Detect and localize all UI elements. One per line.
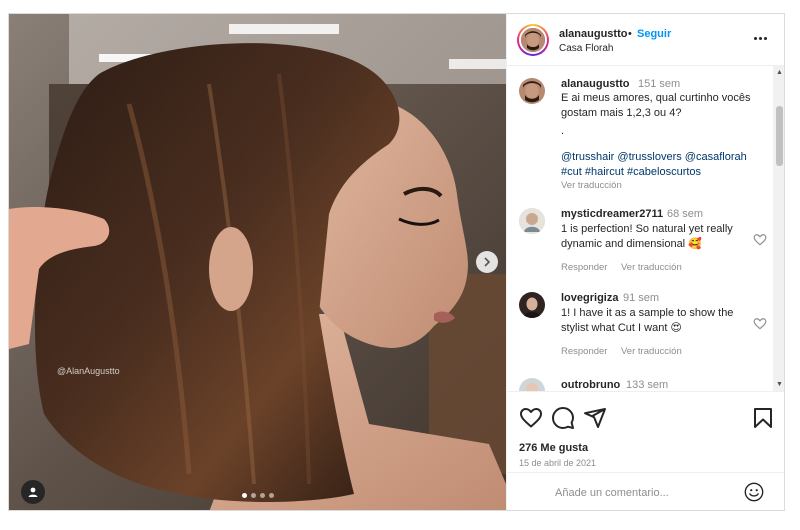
comment-avatar-image <box>519 208 545 234</box>
post-header: alanaugustto • Seguir Casa Florah <box>507 14 784 66</box>
author-avatar[interactable] <box>517 24 549 56</box>
user-tag-icon <box>28 487 38 497</box>
likes-count[interactable]: 276 Me gusta <box>519 442 588 454</box>
comment-translate-button[interactable]: Ver traducción <box>621 262 682 273</box>
more-options-icon[interactable] <box>751 32 769 44</box>
caption-translate[interactable]: Ver traducción <box>561 180 622 191</box>
comment-translate-button[interactable]: Ver traducción <box>621 346 682 357</box>
comment-like-icon[interactable] <box>753 317 767 331</box>
caption-dot: . <box>561 125 565 137</box>
caption-time[interactable]: 151 sem <box>638 78 680 90</box>
author-username[interactable]: alanaugustto <box>559 28 627 40</box>
send-icon[interactable] <box>583 406 607 430</box>
user-tag-button[interactable] <box>21 480 45 504</box>
caption-avatar[interactable] <box>519 78 545 104</box>
post-modal: @AlanAugustto alanaugustto • Seguir Casa… <box>8 13 785 511</box>
comment-text: 1 is perfection! So natural yet really d… <box>561 223 733 250</box>
comment-composer <box>507 472 784 510</box>
photo-watermark: @AlanAugustto <box>57 366 120 376</box>
carousel-indicator <box>242 493 274 498</box>
comment-avatar[interactable] <box>519 208 545 234</box>
carousel-dot <box>242 493 247 498</box>
follow-button[interactable]: Seguir <box>637 28 671 40</box>
post-side-panel: alanaugustto • Seguir Casa Florah alanau… <box>506 14 784 510</box>
next-image-button[interactable] <box>476 251 498 273</box>
bookmark-icon[interactable] <box>751 406 775 430</box>
carousel-dot <box>260 493 265 498</box>
header-separator: • <box>628 28 632 40</box>
comment-time[interactable]: 133 sem <box>626 379 668 391</box>
chevron-right-icon <box>484 257 491 267</box>
comment-text: 1! I have it as a sample to show the sty… <box>561 307 734 334</box>
add-comment-input[interactable] <box>555 483 735 503</box>
scrollbar-thumb[interactable] <box>776 106 783 166</box>
comments-list[interactable]: alanaugustto 151 sem E ai meus amores, q… <box>507 66 784 392</box>
comment-time[interactable]: 68 sem <box>667 208 703 220</box>
carousel-dot <box>251 493 256 498</box>
comment-icon[interactable] <box>551 406 575 430</box>
post-location[interactable]: Casa Florah <box>559 43 613 54</box>
comment-time[interactable]: 91 sem <box>623 292 659 304</box>
caption-tags[interactable]: @trusshair @trusslovers @casaflorah #cut… <box>561 150 761 180</box>
comment-reply-button[interactable]: Responder <box>561 346 607 357</box>
caption-text: E ai meus amores, qual curtinho vocês go… <box>561 92 751 119</box>
comment-avatar-image <box>519 292 545 318</box>
author-avatar-image <box>521 28 545 52</box>
caption-avatar-image <box>519 78 545 104</box>
comments-scrollbar[interactable]: ▲ ▼ <box>773 66 784 391</box>
comment-avatar[interactable] <box>519 292 545 318</box>
heart-icon[interactable] <box>519 406 543 430</box>
post-date[interactable]: 15 de abril de 2021 <box>519 458 596 468</box>
post-photo[interactable]: @AlanAugustto <box>9 14 506 510</box>
comment-username[interactable]: lovegrigiza <box>561 292 618 304</box>
comment-username[interactable]: outrobruno <box>561 379 620 391</box>
comment-avatar-image <box>519 378 545 391</box>
comment-avatar[interactable] <box>519 378 545 391</box>
scroll-up-arrow-icon[interactable]: ▲ <box>773 68 784 78</box>
comment-like-icon[interactable] <box>753 233 767 247</box>
photo-image <box>9 14 506 510</box>
caption-username[interactable]: alanaugustto <box>561 78 629 90</box>
carousel-dot <box>269 493 274 498</box>
comment-username[interactable]: mysticdreamer2711 <box>561 208 663 220</box>
scroll-down-arrow-icon[interactable]: ▼ <box>773 380 784 390</box>
post-actions: 276 Me gusta 15 de abril de 2021 <box>507 392 784 472</box>
comment-reply-button[interactable]: Responder <box>561 262 607 273</box>
emoji-icon[interactable] <box>743 481 765 503</box>
